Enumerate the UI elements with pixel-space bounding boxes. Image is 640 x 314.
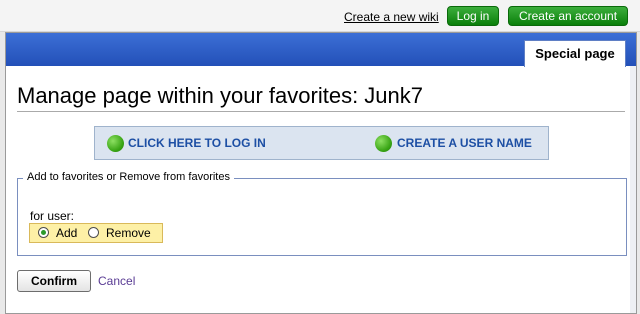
content-panel: Special page Manage page within your fav… [5,32,637,314]
create-wiki-link[interactable]: Create a new wiki [344,10,439,24]
cancel-link[interactable]: Cancel [98,274,135,288]
for-user-label: for user: [30,209,75,223]
fieldset-legend: Add to favorites or Remove from favorite… [23,171,234,183]
green-dot-icon [375,135,392,152]
login-link[interactable]: CLICK HERE TO LOG IN [128,136,266,150]
title-divider [17,111,625,112]
page-title: Manage page within your favorites: Junk7 [17,83,424,108]
remove-radio[interactable] [88,227,99,238]
favorites-fieldset: Add to favorites or Remove from favorite… [17,171,627,256]
remove-radio-label[interactable]: Remove [106,226,151,240]
confirm-button[interactable]: Confirm [17,270,91,292]
create-user-link[interactable]: CREATE A USER NAME [397,136,532,150]
tab-special-page[interactable]: Special page [524,40,626,67]
right-edge-strip [630,66,636,313]
radio-group: Add Remove [29,223,163,243]
add-radio-label[interactable]: Add [56,226,77,240]
green-dot-icon [107,135,124,152]
create-account-button[interactable]: Create an account [508,6,628,26]
add-radio[interactable] [38,227,49,238]
login-button[interactable]: Log in [447,6,499,26]
login-prompt-box: CLICK HERE TO LOG IN CREATE A USER NAME [94,126,549,160]
